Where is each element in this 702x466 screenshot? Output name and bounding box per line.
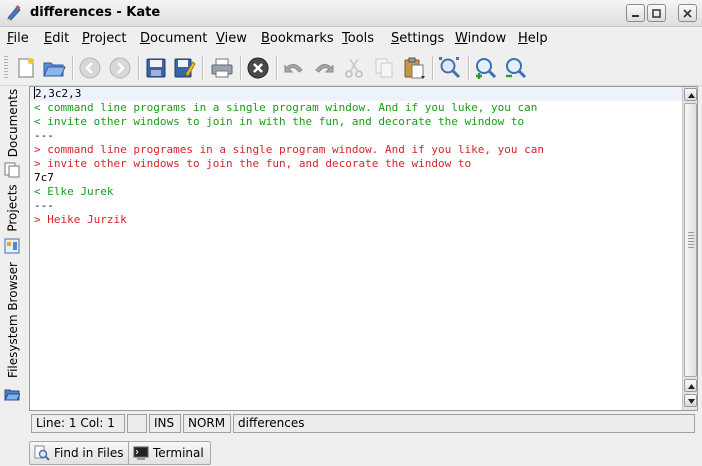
scrollbar-grip (688, 232, 694, 248)
editor-text-area[interactable]: 2,3c2,3 < command line programs in a sin… (30, 87, 682, 410)
toolbar-separator (432, 56, 434, 80)
editor-line[interactable]: > Heike Jurzik (30, 213, 682, 227)
menu-bookmarks[interactable]: Bookmarks (261, 31, 334, 46)
editor-line[interactable]: --- (30, 129, 682, 143)
open-document-icon[interactable] (42, 56, 66, 80)
maximize-button[interactable] (647, 4, 666, 22)
scrollbar-thumb[interactable] (684, 103, 697, 377)
menu-bar: File Edit Project Document View Bookmark… (0, 27, 702, 50)
close-window-button[interactable] (678, 4, 697, 22)
save-as-icon[interactable] (172, 56, 196, 80)
find-icon[interactable] (438, 56, 462, 80)
kate-app-icon[interactable] (5, 4, 23, 22)
editor-line[interactable]: --- (30, 199, 682, 213)
scroll-up-button[interactable] (684, 88, 697, 101)
new-document-icon[interactable] (14, 56, 38, 80)
undo-icon[interactable] (282, 56, 306, 80)
text-editor[interactable]: 2,3c2,3 < command line programs in a sin… (29, 86, 698, 411)
window-title: differences - Kate (30, 5, 161, 20)
paste-icon[interactable] (402, 56, 426, 80)
scroll-up-button-lower[interactable] (684, 379, 697, 392)
scroll-down-button[interactable] (684, 394, 697, 407)
editor-line[interactable]: 7c7 (30, 171, 682, 185)
title-bar: differences - Kate (0, 0, 702, 27)
main-toolbar (0, 50, 702, 86)
menu-document[interactable]: Document (140, 31, 207, 46)
modified-indicator (127, 414, 147, 433)
menu-help[interactable]: Help (518, 31, 548, 46)
menu-settings[interactable]: Settings (391, 31, 444, 46)
toolbar-separator (240, 56, 242, 80)
cut-icon[interactable] (342, 56, 366, 80)
editor-line[interactable]: 2,3c2,3 (30, 87, 682, 101)
document-name: differences (233, 414, 695, 433)
status-bar: Line: 1 Col: 1 INS NORM differences (29, 412, 698, 435)
sidebar-tab-projects[interactable]: Projects (2, 182, 24, 234)
close-document-icon[interactable] (246, 56, 270, 80)
vertical-scrollbar[interactable] (682, 87, 697, 410)
selection-mode-indicator[interactable]: NORM (183, 414, 231, 433)
editor-line[interactable]: < invite other windows to join in with t… (30, 115, 682, 129)
toolbar-separator (72, 56, 74, 80)
menu-edit[interactable]: Edit (44, 31, 69, 46)
print-icon[interactable] (210, 56, 234, 80)
menu-file[interactable]: File (7, 31, 29, 46)
insert-mode-indicator[interactable]: INS (149, 414, 181, 433)
minimize-button[interactable] (626, 4, 645, 22)
terminal-icon (133, 446, 149, 460)
menu-tools[interactable]: Tools (342, 31, 374, 46)
menu-view[interactable]: View (216, 31, 247, 46)
editor-line[interactable]: > command line programes in a single pro… (30, 143, 682, 157)
sidebar-tab-documents[interactable]: Documents (2, 88, 24, 158)
toolbar-separator (276, 56, 278, 80)
sidebar-tab-filesystem-browser[interactable]: Filesystem Browser (2, 258, 24, 382)
folder-icon (4, 386, 21, 402)
bottom-toolbar: Find in Files Terminal (0, 438, 702, 466)
zoom-out-icon[interactable] (504, 56, 528, 80)
forward-icon[interactable] (108, 56, 132, 80)
toolbar-separator (138, 56, 140, 80)
find-in-files-icon (34, 445, 50, 461)
editor-line[interactable]: < command line programs in a single prog… (30, 101, 682, 115)
toolbar-grip[interactable] (4, 56, 8, 80)
cursor-position: Line: 1 Col: 1 (31, 414, 125, 433)
toolbar-separator (468, 56, 470, 80)
zoom-in-icon[interactable] (474, 56, 498, 80)
left-sidebar: Documents Projects Filesystem Browser (0, 86, 26, 411)
projects-icon (4, 238, 20, 254)
menu-project[interactable]: Project (82, 31, 127, 46)
documents-icon (4, 162, 20, 178)
toolbar-separator (202, 56, 204, 80)
redo-icon[interactable] (312, 56, 336, 80)
back-icon[interactable] (78, 56, 102, 80)
find-in-files-tab[interactable]: Find in Files (29, 441, 131, 465)
terminal-tab[interactable]: Terminal (128, 441, 211, 465)
menu-window[interactable]: Window (455, 31, 506, 46)
editor-line[interactable]: < Elke Jurek (30, 185, 682, 199)
save-icon[interactable] (144, 56, 168, 80)
editor-line[interactable]: > invite other windows to join the fun, … (30, 157, 682, 171)
copy-icon[interactable] (372, 56, 396, 80)
